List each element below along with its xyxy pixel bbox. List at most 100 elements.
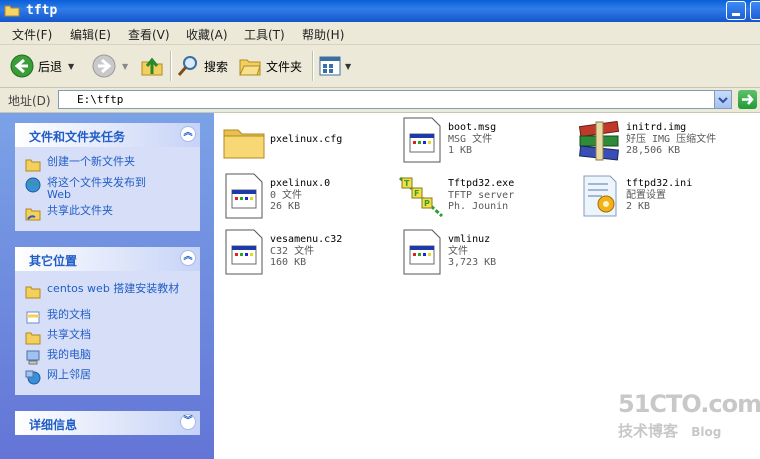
task-share-folder[interactable]: 共享此文件夹 [25,205,113,221]
expand-icon[interactable]: ︾ [180,414,196,430]
task-label: 创建一个新文件夹 [47,155,135,168]
place-shared-documents[interactable]: 共享文档 [25,329,91,345]
minimize-button[interactable] [726,1,746,20]
archive-icon [578,120,620,161]
task-publish-web[interactable]: 将这个文件夹发布到 Web [25,177,167,201]
folder-icon [25,286,41,299]
file-tasks-header[interactable]: 文件和文件夹任务 ︽ [15,123,200,147]
address-input[interactable]: E:\tftp [58,90,732,109]
new-folder-icon [25,159,41,172]
other-places-panel: 其它位置 ︽ centos web 搭建安装教材 我的文档 共享文档 我的电脑 … [15,247,200,395]
chevron-down-icon [718,97,728,104]
menu-bar: 文件(F) 编辑(E) 查看(V) 收藏(A) 工具(T) 帮助(H) [0,22,760,45]
maximize-button[interactable] [750,1,760,20]
file-type: 文件 [448,245,468,257]
file-name: Tftpd32.exe [448,178,515,189]
file-item[interactable]: T F P Tftpd32.exe TFTP server Ph. Jounin [398,172,514,220]
place-label: 网上邻居 [47,368,91,381]
go-arrow-icon [742,94,754,105]
folder-icon [4,5,20,17]
svg-text:T: T [404,179,410,188]
watermark-line: 技术博客 [618,422,679,440]
folder-icon [223,129,265,159]
back-arrow-icon [10,54,34,78]
address-dropdown-button[interactable] [714,91,731,108]
my-documents-icon [26,311,40,324]
address-value: E:\tftp [77,93,124,106]
forward-button[interactable]: ▼ [92,45,128,87]
place-network[interactable]: 网上邻居 [25,369,91,385]
go-button[interactable] [738,90,757,109]
document-icon [403,229,441,275]
other-places-title: 其它位置 [29,254,78,268]
collapse-icon[interactable]: ︽ [180,250,196,266]
file-size: 2 KB [626,201,651,212]
toolbar-separator [170,51,172,81]
file-name: vmlinuz [448,234,491,245]
up-folder-button[interactable] [140,45,164,87]
file-name: vesamenu.c32 [270,234,343,245]
share-folder-icon [25,208,41,221]
file-type: 配置设置 [626,189,666,201]
file-name: initrd.img [626,122,687,133]
file-item[interactable]: pxelinux.cfg [220,118,342,166]
file-item[interactable]: pxelinux.0 0 文件 26 KB [220,172,330,220]
back-label: 后退 [38,59,63,74]
place-my-documents[interactable]: 我的文档 [25,309,91,325]
file-type: 0 文件 [270,189,303,201]
search-button[interactable]: 搜索 [176,45,228,87]
file-type: C32 文件 [270,245,315,257]
menu-edit[interactable]: 编辑(E) [70,26,111,43]
settings-file-icon [583,175,617,217]
place-label: 共享文档 [47,328,91,341]
title-bar: tftp [0,0,760,22]
svg-text:P: P [424,199,430,208]
forward-dropdown-icon[interactable]: ▼ [122,62,128,71]
place-my-computer[interactable]: 我的电脑 [25,349,91,365]
details-header[interactable]: 详细信息 ︾ [15,411,200,435]
back-button[interactable]: 后退 ▼ [10,45,74,87]
other-places-header[interactable]: 其它位置 ︽ [15,247,200,271]
file-item[interactable]: vesamenu.c32 C32 文件 160 KB [220,228,342,276]
task-label: 将这个文件夹发布到 Web [47,176,146,201]
menu-view[interactable]: 查看(V) [128,26,170,43]
collapse-icon[interactable]: ︽ [180,126,196,142]
file-vendor: Ph. Jounin [448,201,509,212]
watermark-line: 51CTO.com [618,390,760,418]
network-icon [25,370,41,385]
menu-help[interactable]: 帮助(H) [302,26,344,43]
folders-label: 文件夹 [266,59,303,74]
watermark: 51CTO.com 技术博客 Blog [618,390,760,441]
forward-arrow-icon [92,54,116,78]
computer-icon [26,350,40,365]
address-label: 地址(D) [8,94,51,108]
place-label: 我的电脑 [47,348,91,361]
task-label: 共享此文件夹 [47,204,113,217]
menu-favorites[interactable]: 收藏(A) [186,26,228,43]
file-name: tftpd32.ini [626,178,693,189]
file-name: pxelinux.cfg [270,134,343,145]
folders-button[interactable]: 文件夹 [238,45,302,87]
search-label: 搜索 [204,59,229,74]
file-size: 3,723 KB [448,257,497,268]
back-dropdown-icon[interactable]: ▼ [68,62,74,71]
file-item[interactable]: boot.msg MSG 文件 1 KB [398,116,496,164]
views-dropdown-icon[interactable]: ▼ [345,62,351,71]
file-type: 好压 IMG 压缩文件 [626,133,717,145]
file-type: MSG 文件 [448,133,493,145]
window-title: tftp [26,3,58,18]
place-label: 我的文档 [47,308,91,321]
file-item[interactable]: tftpd32.ini 配置设置 2 KB [576,172,692,220]
file-item[interactable]: initrd.img 好压 IMG 压缩文件 28,506 KB [576,116,716,164]
menu-file[interactable]: 文件(F) [12,26,52,43]
tftp-app-icon: T F P [398,176,444,218]
toolbar-separator [312,51,314,81]
views-button[interactable]: ▼ [318,45,351,87]
task-pane: 文件和文件夹任务 ︽ 创建一个新文件夹 将这个文件夹发布到 Web 共享此文件夹 [0,113,214,459]
menu-tools[interactable]: 工具(T) [244,26,285,43]
task-new-folder[interactable]: 创建一个新文件夹 [25,156,135,172]
file-item[interactable]: vmlinuz 文件 3,723 KB [398,228,496,276]
document-icon [403,117,441,163]
globe-icon [25,177,41,193]
place-centos[interactable]: centos web 搭建安装教材 [25,283,182,299]
